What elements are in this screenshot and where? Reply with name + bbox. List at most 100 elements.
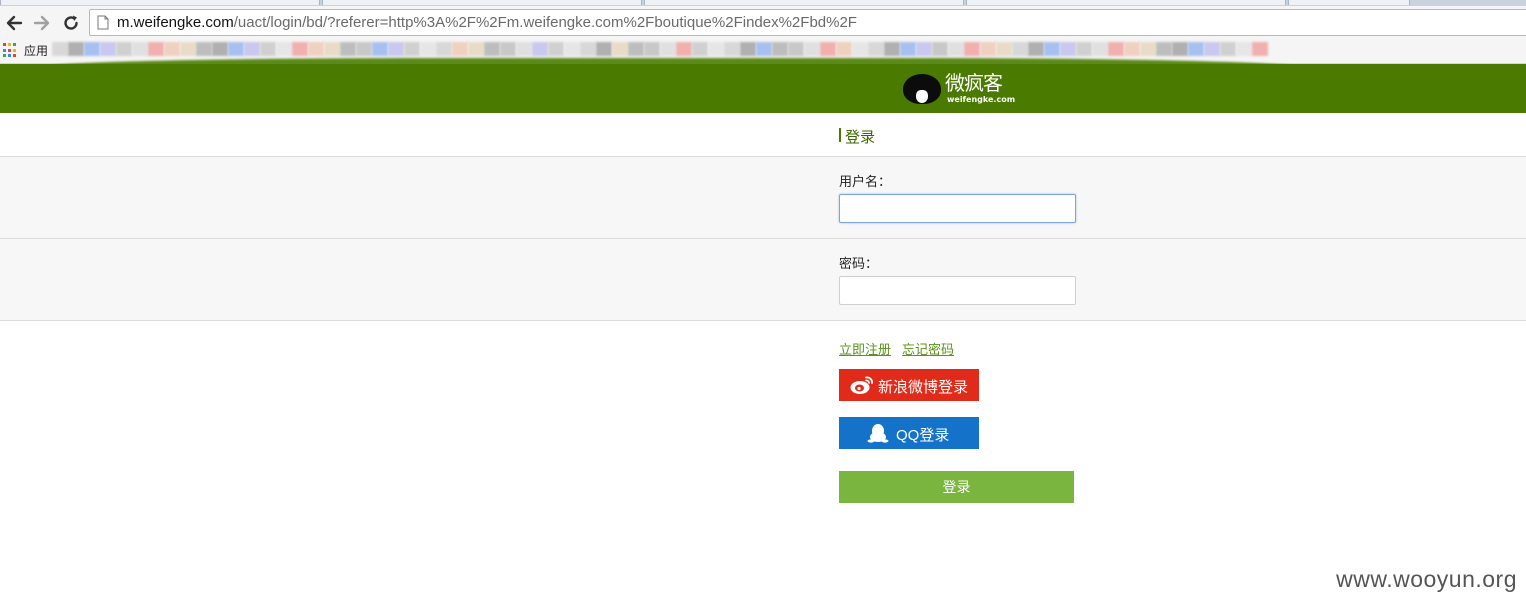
site-logo[interactable]: 微疯客 weifengke.com bbox=[903, 71, 1016, 106]
bookmark-blur-block bbox=[52, 42, 68, 56]
bookmark-blur-block bbox=[196, 42, 212, 56]
register-link[interactable]: 立即注册 bbox=[839, 342, 891, 357]
bookmark-blur-block bbox=[548, 42, 564, 56]
back-button[interactable] bbox=[3, 12, 25, 34]
username-input[interactable] bbox=[839, 194, 1076, 223]
bookmark-blur-block bbox=[308, 42, 324, 56]
bookmark-blur-block bbox=[900, 42, 916, 56]
bookmark-blur-block bbox=[292, 42, 308, 56]
bookmark-blur-block bbox=[772, 42, 788, 56]
reload-button[interactable] bbox=[60, 12, 82, 34]
watermark: www.wooyun.org bbox=[1336, 566, 1517, 592]
bookmark-blur-block bbox=[756, 42, 772, 56]
bookmark-blur-block bbox=[100, 42, 116, 56]
bookmark-blur-block bbox=[628, 42, 644, 56]
bookmark-blur-block bbox=[532, 42, 548, 56]
reload-icon bbox=[64, 15, 78, 30]
bookmark-blur-block bbox=[1236, 42, 1252, 56]
bookmark-blur-block bbox=[996, 42, 1012, 56]
bookmark-blur-block bbox=[724, 42, 740, 56]
bookmark-blur-block bbox=[68, 42, 84, 56]
bookmark-blur-block bbox=[932, 42, 948, 56]
login-submit-button[interactable]: 登录 bbox=[839, 471, 1074, 503]
weibo-icon bbox=[850, 376, 873, 394]
logo-domain: weifengke.com bbox=[947, 95, 1016, 104]
tab[interactable] bbox=[966, 0, 1286, 5]
weibo-login-label: 新浪微博登录 bbox=[878, 379, 969, 396]
bookmark-blur-block bbox=[356, 42, 372, 56]
bookmark-blur-block bbox=[1092, 42, 1108, 56]
bookmark-blur-block bbox=[740, 42, 756, 56]
bookmark-blur-block bbox=[564, 42, 580, 56]
bookmark-blur-block bbox=[372, 42, 388, 56]
bookmark-items-blurred bbox=[52, 42, 1268, 56]
bookmark-blur-block bbox=[260, 42, 276, 56]
bookmark-blur-block bbox=[340, 42, 356, 56]
bookmark-blur-block bbox=[788, 42, 804, 56]
bookmark-blur-block bbox=[436, 42, 452, 56]
forward-button[interactable] bbox=[31, 12, 53, 34]
bookmark-blur-block bbox=[980, 42, 996, 56]
qq-login-label: QQ登录 bbox=[896, 427, 950, 444]
bookmark-blur-block bbox=[868, 42, 884, 56]
bookmark-blur-block bbox=[84, 42, 100, 56]
bookmark-blur-block bbox=[516, 42, 532, 56]
bookmark-blur-block bbox=[468, 42, 484, 56]
bookmark-blur-block bbox=[1204, 42, 1220, 56]
bookmark-blur-block bbox=[276, 42, 292, 56]
url-host: m.weifengke.com bbox=[117, 14, 234, 31]
logo-mascot-icon bbox=[903, 74, 941, 104]
bookmark-blur-block bbox=[1252, 42, 1268, 56]
bookmark-blur-block bbox=[228, 42, 244, 56]
title-accent-bar bbox=[839, 128, 841, 142]
browser-toolbar: m.weifengke.com/uact/login/bd/?referer=h… bbox=[0, 6, 1526, 38]
password-row: 密码： bbox=[0, 239, 1526, 321]
bookmark-blur-block bbox=[1188, 42, 1204, 56]
bookmark-blur-block bbox=[1140, 42, 1156, 56]
bookmark-blur-block bbox=[1156, 42, 1172, 56]
bookmark-blur-block bbox=[612, 42, 628, 56]
bookmark-blur-block bbox=[388, 42, 404, 56]
forgot-password-link[interactable]: 忘记密码 bbox=[902, 342, 954, 357]
account-links: 立即注册 忘记密码 bbox=[839, 339, 965, 358]
bookmark-blur-block bbox=[132, 42, 148, 56]
apps-label[interactable]: 应用 bbox=[24, 42, 48, 59]
bookmark-blur-block bbox=[148, 42, 164, 56]
bookmark-blur-block bbox=[708, 42, 724, 56]
page-title: 登录 bbox=[845, 129, 876, 146]
tab[interactable] bbox=[322, 0, 642, 5]
address-bar[interactable]: m.weifengke.com/uact/login/bd/?referer=h… bbox=[89, 9, 1526, 36]
bookmark-blur-block bbox=[916, 42, 932, 56]
bookmark-blur-block bbox=[164, 42, 180, 56]
tab[interactable] bbox=[1288, 0, 1410, 5]
bookmark-blur-block bbox=[948, 42, 964, 56]
tab[interactable] bbox=[0, 0, 320, 5]
bookmark-blur-block bbox=[484, 42, 500, 56]
password-input[interactable] bbox=[839, 276, 1076, 305]
bookmark-blur-block bbox=[500, 42, 516, 56]
weibo-login-button[interactable]: 新浪微博登录 bbox=[839, 369, 979, 401]
bookmark-blur-block bbox=[1044, 42, 1060, 56]
bookmark-blur-block bbox=[452, 42, 468, 56]
apps-icon[interactable] bbox=[3, 43, 18, 58]
bookmark-blur-block bbox=[420, 42, 436, 56]
bookmark-blur-block bbox=[964, 42, 980, 56]
password-label: 密码： bbox=[839, 256, 879, 271]
bookmark-blur-block bbox=[1060, 42, 1076, 56]
bookmark-blur-block bbox=[836, 42, 852, 56]
arrow-right-icon bbox=[33, 15, 50, 31]
bookmark-blur-block bbox=[580, 42, 596, 56]
bookmark-blur-block bbox=[1108, 42, 1124, 56]
qq-login-button[interactable]: QQ登录 bbox=[839, 417, 979, 449]
bookmark-blur-block bbox=[820, 42, 836, 56]
bookmark-blur-block bbox=[116, 42, 132, 56]
url-text: m.weifengke.com/uact/login/bd/?referer=h… bbox=[117, 14, 857, 32]
logo-name: 微疯客 bbox=[945, 71, 1003, 95]
username-row: 用户名： bbox=[0, 157, 1526, 239]
page-icon bbox=[97, 15, 109, 30]
tab[interactable] bbox=[644, 0, 964, 5]
bookmark-blur-block bbox=[596, 42, 612, 56]
url-path: /uact/login/bd/?referer=http%3A%2F%2Fm.w… bbox=[233, 14, 857, 31]
bookmark-blur-block bbox=[180, 42, 196, 56]
bookmark-blur-block bbox=[644, 42, 660, 56]
